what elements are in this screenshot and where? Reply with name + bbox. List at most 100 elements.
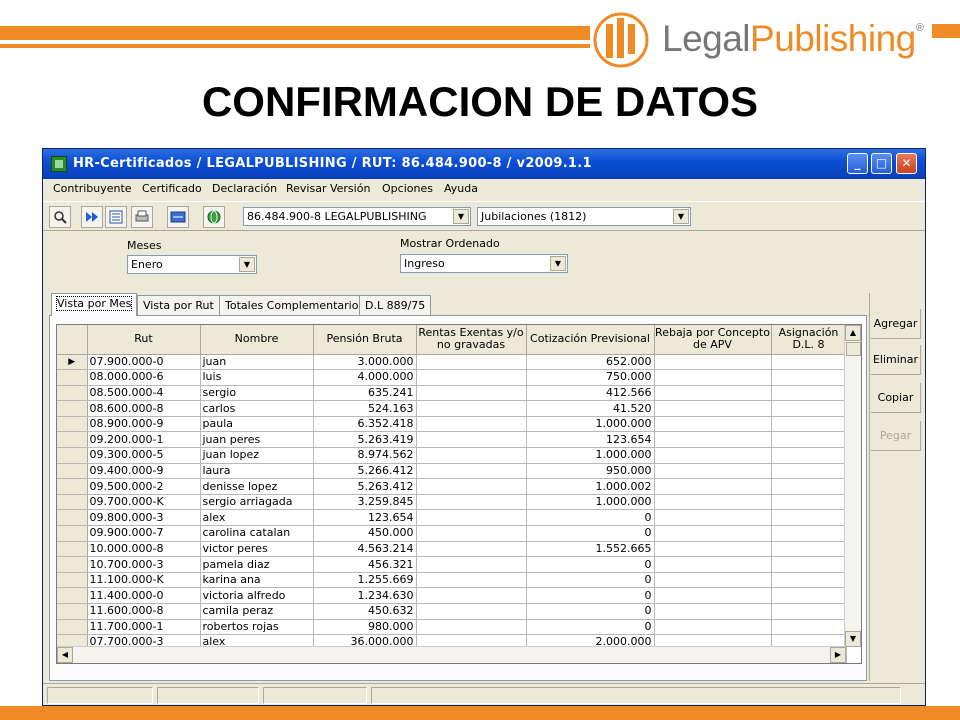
row-indicator[interactable] (57, 447, 88, 464)
scroll-up-icon[interactable]: ▲ (845, 325, 861, 341)
table-cell[interactable] (654, 416, 772, 433)
table-cell[interactable]: 11.400.000-0 (87, 587, 201, 604)
table-cell[interactable]: 0 (526, 619, 655, 636)
table-cell[interactable]: 0 (526, 603, 655, 620)
table-cell[interactable] (416, 447, 527, 464)
table-cell[interactable]: 450.000 (313, 525, 417, 542)
table-cell[interactable]: 652.000 (526, 354, 655, 371)
table-cell[interactable] (654, 603, 772, 620)
table-cell[interactable]: 1.000.000 (526, 447, 655, 464)
row-indicator[interactable] (57, 525, 88, 542)
table-cell[interactable]: 09.400.000-9 (87, 463, 201, 480)
table-row[interactable]: 09.300.000-5 juan lopez 8.974.562 1.000.000 (57, 447, 847, 464)
table-row[interactable]: 09.900.000-7 carolina catalan 450.000 0 (57, 525, 847, 542)
table-cell[interactable] (771, 619, 847, 636)
row-indicator[interactable] (57, 587, 88, 604)
window-titlebar[interactable]: HR-Certificados / LEGALPUBLISHING / RUT:… (43, 149, 925, 179)
table-cell[interactable]: 412.566 (526, 385, 655, 402)
table-cell[interactable]: 3.259.845 (313, 494, 417, 511)
table-cell[interactable]: 09.700.000-K (87, 494, 201, 511)
table-cell[interactable] (771, 431, 847, 449)
table-cell[interactable] (771, 385, 847, 402)
table-cell[interactable]: 08.000.000-6 (87, 369, 201, 386)
menu-certificado[interactable]: Certificado (142, 182, 202, 195)
minimize-button[interactable]: _ (847, 153, 868, 174)
table-cell[interactable] (654, 400, 772, 417)
table-row[interactable]: 08.500.000-4 sergio 635.241 412.566 (57, 385, 847, 402)
table-cell[interactable]: 08.900.000-9 (87, 416, 201, 433)
table-row[interactable]: 11.600.000-8 camila peraz 450.632 0 (57, 603, 847, 620)
row-indicator[interactable] (57, 494, 88, 511)
table-cell[interactable] (416, 463, 527, 480)
table-row[interactable]: 08.900.000-9 paula 6.352.418 1.000.000 (57, 416, 847, 433)
row-indicator[interactable] (57, 619, 88, 636)
menu-declaracion[interactable]: Declaración (212, 182, 277, 195)
table-cell[interactable] (654, 447, 772, 464)
table-cell[interactable] (654, 525, 772, 542)
add-button[interactable]: Agregar (871, 309, 921, 339)
table-row[interactable]: 09.800.000-3 alex 123.654 0 (57, 509, 847, 527)
table-cell[interactable]: 3.000.000 (313, 354, 417, 371)
table-cell[interactable]: 11.600.000-8 (87, 603, 201, 620)
table-cell[interactable]: 09.900.000-7 (87, 525, 201, 542)
table-cell[interactable] (771, 541, 847, 558)
table-cell[interactable]: 123.654 (313, 509, 417, 527)
scroll-left-icon[interactable]: ◀ (57, 647, 73, 663)
tab-vista-por-mes[interactable]: Vista por Mes (51, 293, 138, 316)
row-indicator[interactable] (57, 541, 88, 558)
scroll-thumb[interactable] (846, 342, 861, 356)
row-indicator[interactable] (57, 369, 88, 386)
table-cell[interactable]: carolina catalan (200, 525, 314, 542)
table-row[interactable]: 11.400.000-0 victoria alfredo 1.234.630 0 (57, 587, 847, 604)
horizontal-scrollbar[interactable]: ◀ ▶ (57, 646, 846, 663)
table-cell[interactable] (416, 385, 527, 402)
maximize-button[interactable]: □ (871, 153, 892, 174)
row-indicator[interactable] (57, 463, 88, 480)
table-cell[interactable]: 456.321 (313, 556, 417, 573)
tab-totales-complementarios[interactable]: Totales Complementarios (219, 295, 371, 315)
table-row[interactable]: 08.000.000-6 luis 4.000.000 750.000 (57, 369, 847, 386)
row-indicator[interactable] (57, 416, 88, 433)
menu-ayuda[interactable]: Ayuda (444, 182, 478, 195)
table-cell[interactable]: sergio arriagada (200, 494, 314, 511)
row-indicator[interactable]: ▶ (57, 354, 88, 371)
table-cell[interactable]: victor peres (200, 541, 314, 558)
web-icon[interactable] (203, 206, 225, 228)
column-header-rut[interactable]: Rut (87, 325, 201, 355)
chevron-down-icon[interactable]: ▼ (673, 209, 689, 224)
row-indicator[interactable] (57, 509, 88, 527)
row-indicator[interactable] (57, 556, 88, 573)
table-cell[interactable] (416, 478, 527, 495)
table-cell[interactable]: sergio (200, 385, 314, 402)
table-cell[interactable] (771, 447, 847, 464)
table-cell[interactable]: carlos (200, 400, 314, 417)
menu-revisar-version[interactable]: Revisar Versión (286, 182, 370, 195)
table-cell[interactable] (654, 385, 772, 402)
table-cell[interactable] (771, 494, 847, 511)
table-cell[interactable]: 07.900.000-0 (87, 354, 201, 371)
table-cell[interactable] (416, 556, 527, 573)
table-cell[interactable]: 524.163 (313, 400, 417, 417)
table-row[interactable]: 09.200.000-1 juan peres 5.263.419 123.654 (57, 431, 847, 449)
html-icon[interactable] (167, 206, 189, 228)
table-cell[interactable] (771, 400, 847, 417)
meses-select[interactable]: Enero ▼ (127, 255, 257, 274)
table-cell[interactable]: juan peres (200, 431, 314, 449)
certificate-type-combo[interactable]: Jubilaciones (1812) ▼ (477, 207, 691, 226)
table-cell[interactable]: 450.632 (313, 603, 417, 620)
tab-vista-por-rut[interactable]: Vista por Rut (137, 295, 220, 315)
table-cell[interactable] (416, 525, 527, 542)
table-cell[interactable]: 8.974.562 (313, 447, 417, 464)
table-cell[interactable]: 41.520 (526, 400, 655, 417)
table-row[interactable]: 10.700.000-3 pamela diaz 456.321 0 (57, 556, 847, 573)
table-cell[interactable]: 0 (526, 525, 655, 542)
table-row[interactable]: 11.700.000-1 robertos rojas 980.000 0 (57, 619, 847, 636)
table-cell[interactable]: 750.000 (526, 369, 655, 386)
table-cell[interactable]: 6.352.418 (313, 416, 417, 433)
table-cell[interactable] (416, 509, 527, 527)
table-cell[interactable]: 1.234.630 (313, 587, 417, 604)
table-row[interactable]: 09.500.000-2 denisse lopez 5.263.412 1.000.… (57, 478, 847, 495)
paste-button[interactable]: Pegar (871, 421, 921, 451)
row-indicator[interactable] (57, 572, 88, 589)
table-cell[interactable]: 1.000.000 (526, 416, 655, 433)
